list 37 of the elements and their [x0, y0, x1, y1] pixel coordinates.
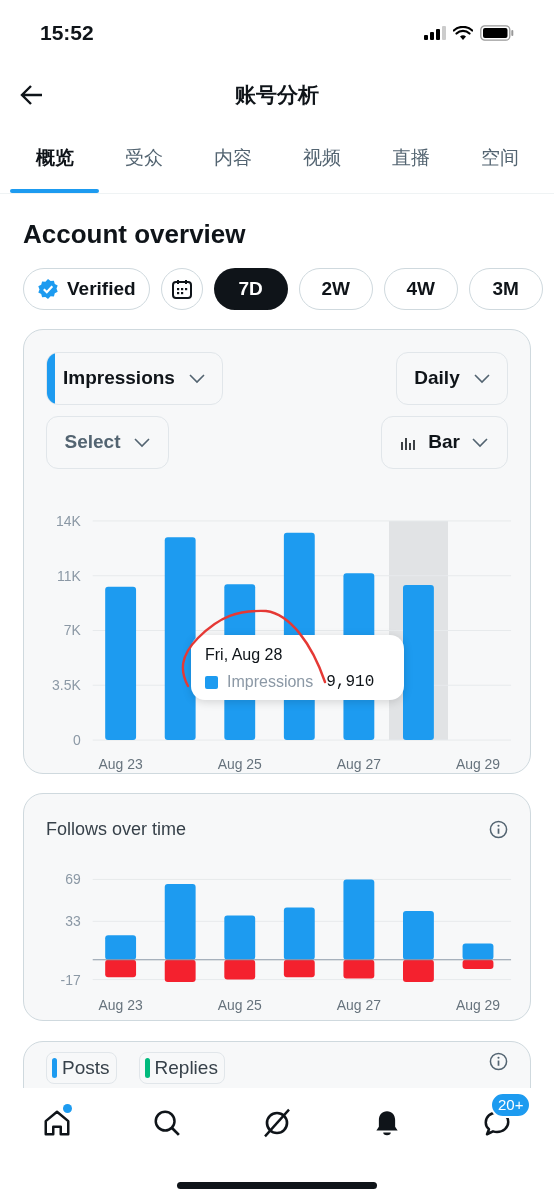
axis-label: 69: [65, 871, 81, 888]
card-title: Follows over time: [46, 818, 187, 841]
tooltip-series: Impressions: [227, 672, 314, 692]
tab[interactable]: 受众: [99, 124, 188, 193]
legend-chip[interactable]: Replies: [138, 1052, 225, 1084]
axis-label: 7K: [63, 622, 81, 639]
page-header-title: 账号分析: [234, 82, 320, 109]
axis-label: 0: [73, 732, 81, 749]
range-chip[interactable]: 7D: [213, 268, 288, 310]
axis-label: 3.5K: [52, 677, 81, 694]
tab[interactable]: 概览: [10, 124, 99, 193]
status-time: 15:52: [40, 20, 94, 47]
tab[interactable]: 空间: [455, 124, 544, 193]
axis-label: Aug 23: [98, 997, 143, 1014]
axis-label: Aug 27: [336, 997, 381, 1014]
metric-dropdown[interactable]: Impressions: [46, 352, 223, 405]
axis-label: Aug 23: [98, 755, 143, 772]
axis-label: Aug 27: [336, 755, 381, 772]
axis-label: 33: [65, 913, 81, 930]
tooltip-value: 9,910: [326, 672, 375, 693]
tooltip-date: Fri, Aug 28: [205, 645, 284, 665]
interval-dropdown[interactable]: Daily: [396, 352, 508, 405]
tab[interactable]: 视频: [277, 124, 366, 193]
axis-label: Aug 29: [455, 755, 501, 772]
section-title: Account overview: [23, 218, 247, 250]
compare-dropdown[interactable]: Select: [46, 416, 169, 469]
axis-label: Aug 29: [455, 997, 501, 1014]
axis-label: 11K: [57, 567, 81, 584]
axis-label: Aug 25: [217, 997, 262, 1014]
unread-count-badge: 20+: [490, 1092, 532, 1118]
tab[interactable]: 直播: [366, 124, 455, 193]
legend-chip[interactable]: Posts: [46, 1052, 117, 1084]
axis-label: Aug 25: [217, 755, 262, 772]
chart-type-dropdown[interactable]: Bar: [381, 416, 508, 469]
tab[interactable]: 内容: [188, 124, 277, 193]
axis-label: 14K: [55, 512, 81, 529]
axis-label: -17: [60, 971, 81, 988]
